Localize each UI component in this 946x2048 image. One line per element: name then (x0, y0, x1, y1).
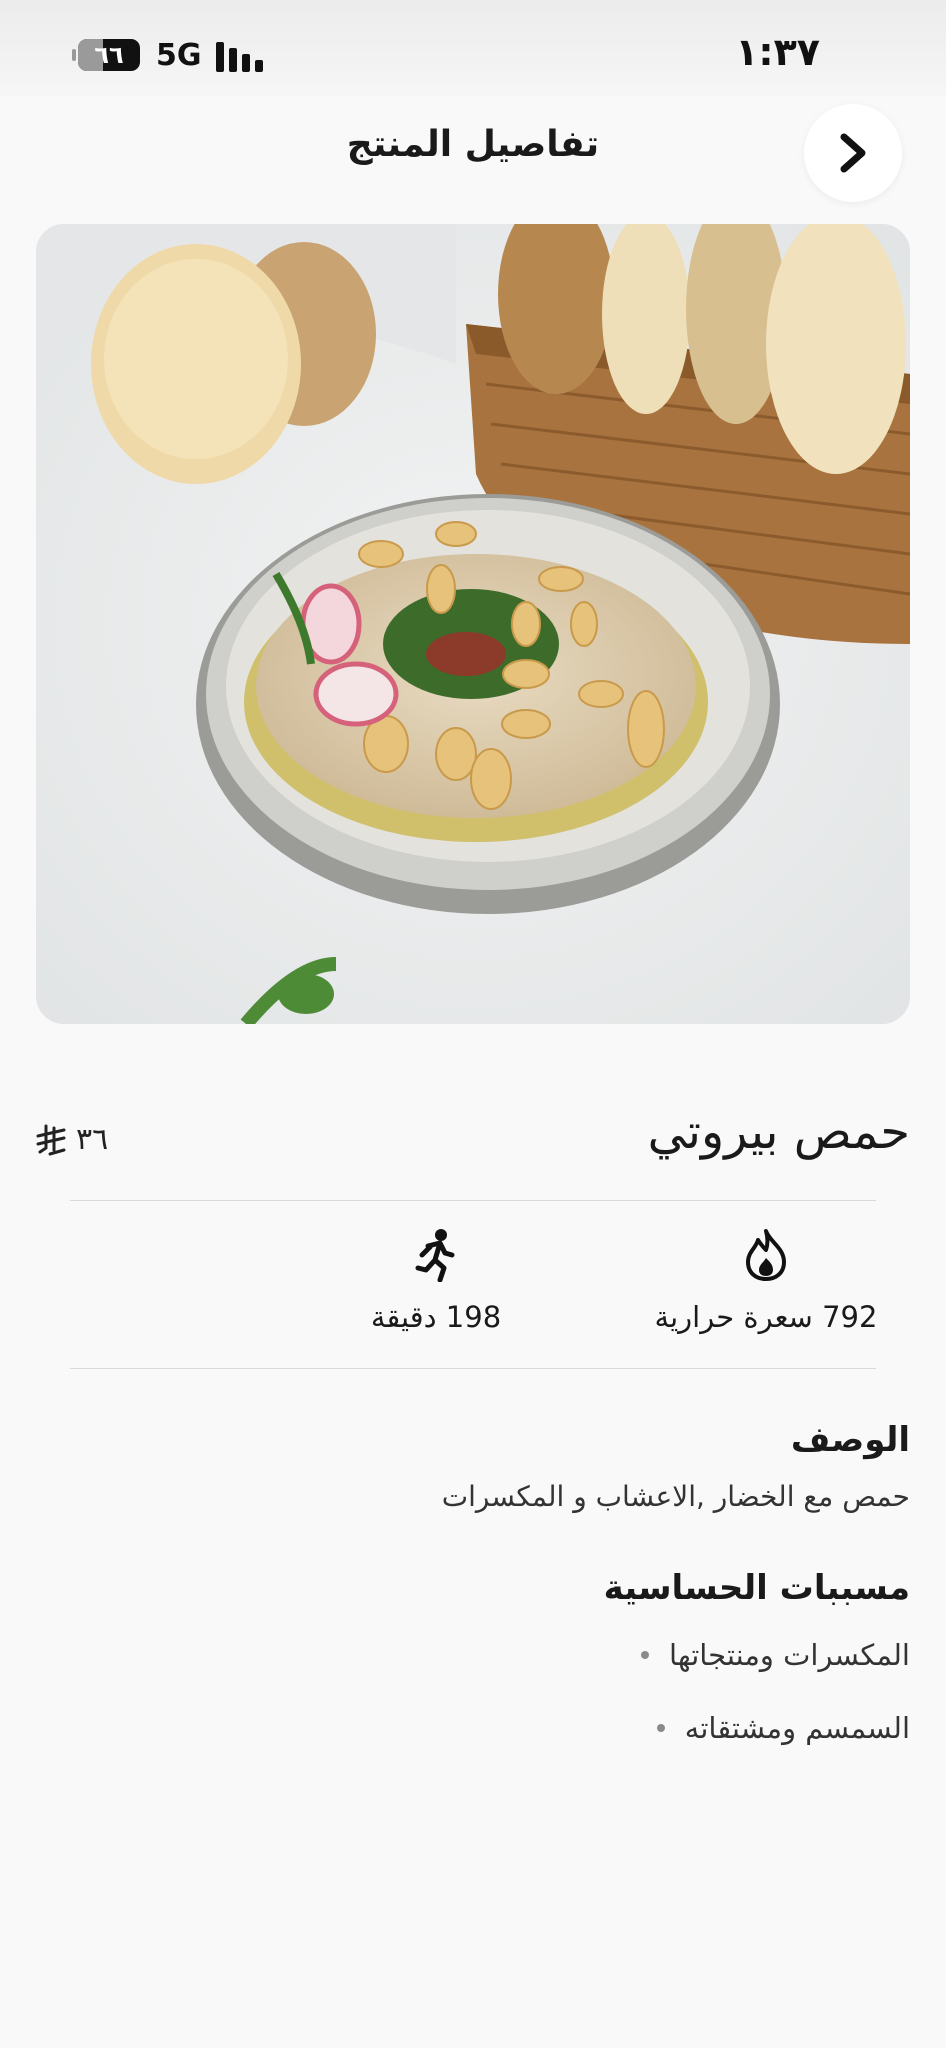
allergen-label: المكسرات ومنتجاتها (669, 1638, 910, 1672)
allergen-item: السمسم ومشتقاته (656, 1711, 910, 1745)
product-price: ٣٦ (36, 1122, 108, 1157)
allergen-label: السمسم ومشتقاته (684, 1711, 910, 1745)
divider (70, 1368, 876, 1369)
bullet-icon (641, 1651, 649, 1659)
bullet-icon (656, 1724, 665, 1732)
allergen-item: المكسرات ومنتجاتها (641, 1638, 910, 1672)
battery-nub-icon (72, 49, 76, 61)
hummus-photo-illustration (36, 224, 910, 1024)
description-title: الوصف (790, 1420, 910, 1460)
allergens-title: مسببات الحساسية (603, 1568, 910, 1608)
activity-stat: 198 دقيقة (306, 1228, 566, 1334)
battery-percent: ٦٦ (94, 41, 124, 69)
back-button[interactable] (804, 104, 902, 202)
status-bar: ٦٦ 5G ١:٣٧ (0, 0, 946, 96)
network-type: 5G (156, 38, 202, 73)
status-time: ١:٣٧ (735, 30, 820, 74)
fire-icon (746, 1229, 786, 1281)
battery-indicator: ٦٦ (78, 39, 140, 71)
running-person-icon (415, 1229, 455, 1283)
calories-stat: 792 سعرة حرارية (636, 1228, 896, 1334)
description-text: حمص مع الخضار ,الاعشاب و المكسرات (441, 1480, 910, 1513)
calories-label: 792 سعرة حرارية (654, 1300, 878, 1334)
price-value: ٣٦ (76, 1122, 109, 1157)
activity-label: 198 دقيقة (370, 1300, 502, 1334)
riyal-currency-icon (36, 1124, 66, 1155)
product-image (36, 224, 910, 1024)
divider (70, 1200, 876, 1201)
chevron-right-icon (840, 133, 866, 173)
signal-strength-icon (216, 40, 266, 72)
product-name: حمص بيروتي (647, 1104, 910, 1160)
